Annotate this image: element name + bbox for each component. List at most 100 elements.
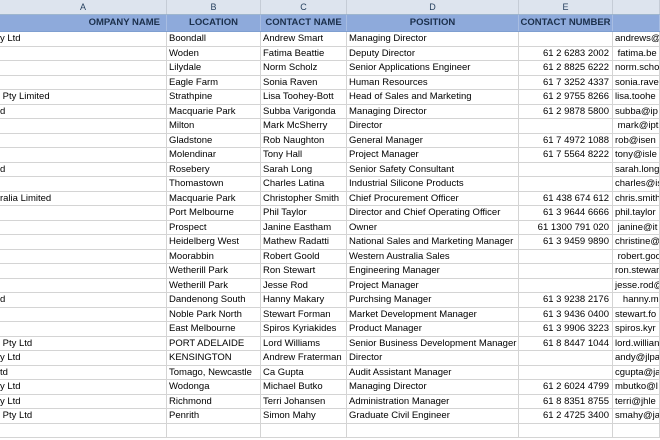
position-cell[interactable]: Product Manager xyxy=(347,322,519,337)
location-cell[interactable]: Wetherill Park xyxy=(167,264,261,279)
email-cell[interactable]: fatima.be xyxy=(613,46,660,61)
email-cell[interactable]: andrews@i xyxy=(613,32,660,47)
position-cell[interactable]: Western Australia Sales xyxy=(347,249,519,264)
contact-name-cell[interactable]: Rob Naughton xyxy=(261,133,347,148)
column-letter-f[interactable] xyxy=(613,0,660,14)
email-cell[interactable]: sonia.rave xyxy=(613,75,660,90)
company-name-cell[interactable]: Pty Limited xyxy=(0,90,167,105)
location-cell[interactable]: Noble Park North xyxy=(167,307,261,322)
company-name-cell[interactable] xyxy=(0,177,167,192)
company-name-cell[interactable] xyxy=(0,61,167,76)
contact-name-cell[interactable]: Terri Johansen xyxy=(261,394,347,409)
contact-name-cell[interactable]: Christopher Smith xyxy=(261,191,347,206)
position-cell[interactable]: Managing Director xyxy=(347,32,519,47)
company-name-cell[interactable]: ralia Limited xyxy=(0,191,167,206)
contact-number-cell[interactable] xyxy=(519,119,613,134)
email-cell[interactable]: rob@isen xyxy=(613,133,660,148)
location-cell[interactable]: Macquarie Park xyxy=(167,104,261,119)
company-name-cell[interactable]: y Ltd xyxy=(0,32,167,47)
contact-number-cell[interactable] xyxy=(519,249,613,264)
email-cell[interactable]: robert.goo xyxy=(613,249,660,264)
contact-name-cell[interactable]: Sarah Long xyxy=(261,162,347,177)
contact-number-cell[interactable] xyxy=(519,32,613,47)
position-cell[interactable]: Director and Chief Operating Officer xyxy=(347,206,519,221)
contact-name-cell[interactable]: Spiros Kyriakides xyxy=(261,322,347,337)
location-cell[interactable]: Heidelberg West xyxy=(167,235,261,250)
email-cell[interactable]: lisa.toohe xyxy=(613,90,660,105)
contact-number-cell[interactable]: 61 7 4972 1088 xyxy=(519,133,613,148)
email-cell[interactable] xyxy=(613,423,660,438)
position-cell[interactable]: Chief Procurement Officer xyxy=(347,191,519,206)
contact-name-cell[interactable]: Norm Scholz xyxy=(261,61,347,76)
contact-name-cell[interactable]: Tony Hall xyxy=(261,148,347,163)
location-cell[interactable]: Moorabbin xyxy=(167,249,261,264)
company-name-cell[interactable] xyxy=(0,278,167,293)
company-name-cell[interactable] xyxy=(0,235,167,250)
company-name-cell[interactable] xyxy=(0,423,167,438)
email-cell[interactable]: mbutko@l xyxy=(613,380,660,395)
position-cell[interactable]: Graduate Civil Engineer xyxy=(347,409,519,424)
location-cell[interactable]: Woden xyxy=(167,46,261,61)
company-name-cell[interactable]: d xyxy=(0,293,167,308)
location-cell[interactable]: Molendinar xyxy=(167,148,261,163)
email-cell[interactable]: smahy@ja xyxy=(613,409,660,424)
header-position[interactable]: POSITION xyxy=(347,15,519,31)
header-company-name[interactable]: OMPANY NAME xyxy=(0,15,167,31)
location-cell[interactable]: Lilydale xyxy=(167,61,261,76)
column-letter-d[interactable]: D xyxy=(347,0,519,14)
company-name-cell[interactable]: y Ltd xyxy=(0,394,167,409)
location-cell[interactable]: Prospect xyxy=(167,220,261,235)
contact-number-cell[interactable]: 61 2 8825 6222 xyxy=(519,61,613,76)
contact-number-cell[interactable]: 61 438 674 612 xyxy=(519,191,613,206)
location-cell[interactable]: Dandenong South xyxy=(167,293,261,308)
contact-name-cell[interactable]: Lord Williams xyxy=(261,336,347,351)
position-cell[interactable]: Senior Safety Consultant xyxy=(347,162,519,177)
column-letter-e[interactable]: E xyxy=(519,0,613,14)
contact-name-cell[interactable]: Janine Eastham xyxy=(261,220,347,235)
position-cell[interactable] xyxy=(347,423,519,438)
position-cell[interactable]: National Sales and Marketing Manager xyxy=(347,235,519,250)
contact-name-cell[interactable]: Ron Stewart xyxy=(261,264,347,279)
email-cell[interactable]: spiros.kyr xyxy=(613,322,660,337)
company-name-cell[interactable] xyxy=(0,249,167,264)
company-name-cell[interactable]: Pty Ltd xyxy=(0,409,167,424)
contact-number-cell[interactable]: 61 3 9644 6666 xyxy=(519,206,613,221)
location-cell[interactable]: East Melbourne xyxy=(167,322,261,337)
location-cell[interactable]: Tomago, Newcastle xyxy=(167,365,261,380)
company-name-cell[interactable] xyxy=(0,206,167,221)
company-name-cell[interactable] xyxy=(0,264,167,279)
email-cell[interactable]: cgupta@ja xyxy=(613,365,660,380)
email-cell[interactable]: lord.willian xyxy=(613,336,660,351)
location-cell[interactable]: Strathpine xyxy=(167,90,261,105)
header-contact-number[interactable]: CONTACT NUMBER xyxy=(519,15,613,31)
location-cell[interactable]: Penrith xyxy=(167,409,261,424)
position-cell[interactable]: Industrial Silicone Products xyxy=(347,177,519,192)
company-name-cell[interactable]: d xyxy=(0,104,167,119)
position-cell[interactable]: Project Manager xyxy=(347,278,519,293)
position-cell[interactable]: Managing Director xyxy=(347,104,519,119)
contact-name-cell[interactable] xyxy=(261,423,347,438)
contact-number-cell[interactable]: 61 2 4725 3400 xyxy=(519,409,613,424)
company-name-cell[interactable] xyxy=(0,307,167,322)
contact-name-cell[interactable]: Sonia Raven xyxy=(261,75,347,90)
email-cell[interactable]: tony@isle xyxy=(613,148,660,163)
column-letter-c[interactable]: C xyxy=(261,0,347,14)
company-name-cell[interactable] xyxy=(0,75,167,90)
contact-name-cell[interactable]: Jesse Rod xyxy=(261,278,347,293)
contact-number-cell[interactable]: 61 3 9459 9890 xyxy=(519,235,613,250)
position-cell[interactable]: Administration Manager xyxy=(347,394,519,409)
location-cell[interactable]: Thomastown xyxy=(167,177,261,192)
position-cell[interactable]: Director xyxy=(347,119,519,134)
location-cell[interactable]: Rosebery xyxy=(167,162,261,177)
contact-number-cell[interactable] xyxy=(519,351,613,366)
contact-number-cell[interactable] xyxy=(519,365,613,380)
contact-name-cell[interactable]: Subba Varigonda xyxy=(261,104,347,119)
contact-name-cell[interactable]: Lisa Toohey-Bott xyxy=(261,90,347,105)
contact-number-cell[interactable] xyxy=(519,162,613,177)
contact-name-cell[interactable]: Mathew Radatti xyxy=(261,235,347,250)
email-cell[interactable]: christine@ xyxy=(613,235,660,250)
contact-number-cell[interactable] xyxy=(519,278,613,293)
contact-number-cell[interactable]: 61 7 3252 4337 xyxy=(519,75,613,90)
company-name-cell[interactable] xyxy=(0,220,167,235)
location-cell[interactable]: Boondall xyxy=(167,32,261,47)
